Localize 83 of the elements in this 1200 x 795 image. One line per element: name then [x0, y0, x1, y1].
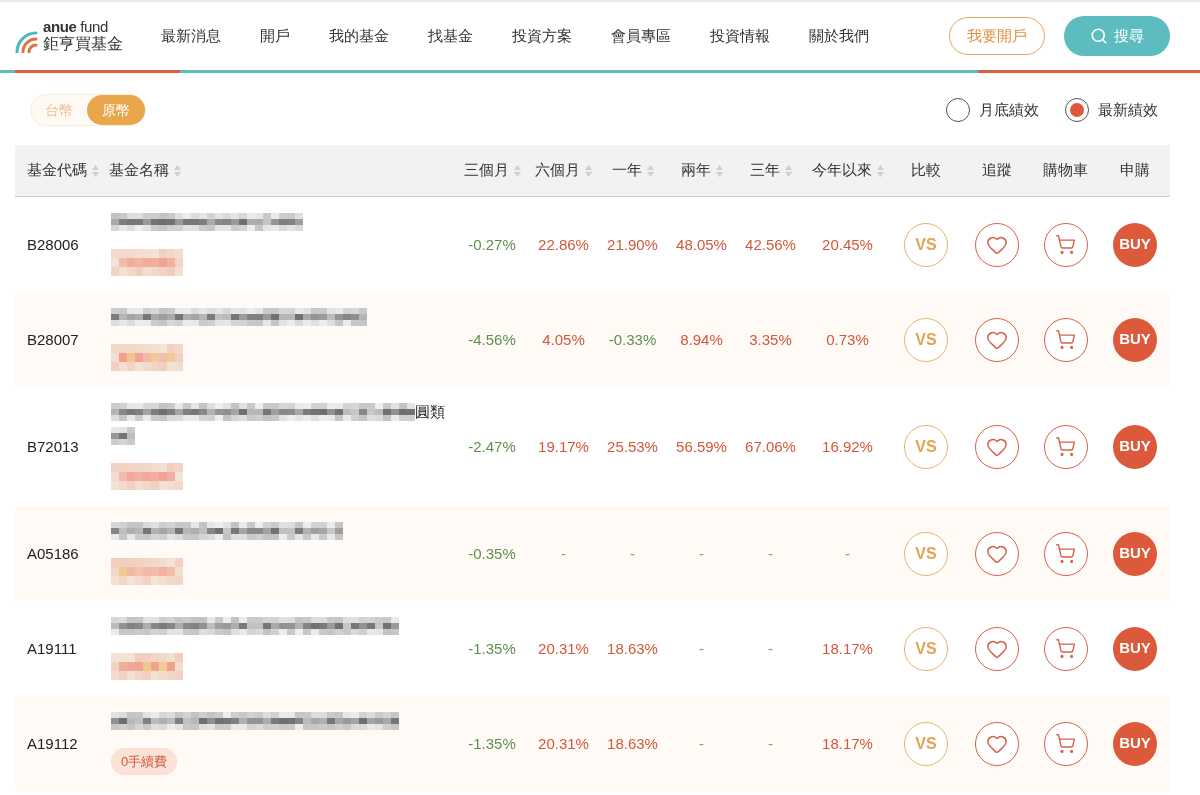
return-value: 0.73% — [826, 330, 869, 349]
return-value: -1.35% — [468, 734, 516, 753]
return-value: 20.45% — [822, 235, 873, 254]
buy-button[interactable]: BUY — [1113, 317, 1157, 362]
column-header[interactable]: 一年 — [611, 159, 654, 182]
fund-code: A05186 — [27, 544, 79, 563]
cart-icon — [1055, 733, 1076, 754]
radio-option[interactable]: 月底績效 — [946, 98, 1039, 122]
column-header[interactable]: 基金名稱 — [109, 159, 181, 182]
return-value: 56.59% — [676, 437, 727, 456]
fee-tag: 0手續費 — [111, 748, 178, 775]
return-value: 18.17% — [822, 734, 873, 753]
return-value: 18.63% — [607, 639, 658, 658]
return-value: 22.86% — [538, 235, 589, 254]
return-value: 20.31% — [538, 639, 589, 658]
fund-code: A19112 — [27, 734, 78, 753]
return-value: - — [845, 544, 850, 563]
fund-code: B72013 — [27, 437, 79, 456]
logo-name: 鉅亨買基金 — [43, 35, 123, 53]
return-value: 42.56% — [745, 235, 796, 254]
return-value: - — [561, 544, 566, 563]
return-value: - — [768, 544, 773, 563]
return-value: -2.47% — [468, 437, 516, 456]
buy-button[interactable]: BUY — [1113, 626, 1157, 671]
return-value: 18.63% — [607, 734, 658, 753]
nav-link[interactable]: 投資情報 — [710, 24, 770, 48]
return-value: - — [699, 734, 704, 753]
return-value: - — [699, 544, 704, 563]
return-value: -0.33% — [608, 330, 657, 349]
column-header: 比較 — [911, 160, 941, 181]
buy-button[interactable]: BUY — [1113, 424, 1157, 469]
cart-icon — [1055, 436, 1076, 457]
return-value: -0.35% — [468, 544, 516, 563]
column-header[interactable]: 三年 — [749, 159, 792, 182]
return-value: 3.35% — [749, 330, 792, 349]
fund-code: A19111 — [27, 639, 77, 658]
column-header[interactable]: 今年以來 — [811, 159, 884, 182]
return-value: 67.06% — [745, 437, 796, 456]
return-value: -1.35% — [468, 639, 516, 658]
cart-icon — [1055, 638, 1076, 659]
radio-option[interactable]: 最新績效 — [1065, 98, 1158, 122]
radio-button[interactable] — [1065, 98, 1089, 122]
column-header[interactable]: 三個月 — [463, 159, 521, 182]
logo-text: anue fund — [43, 19, 109, 35]
return-value: - — [768, 639, 773, 658]
return-value: 48.05% — [676, 235, 727, 254]
buy-button[interactable]: BUY — [1113, 531, 1157, 576]
nav-link[interactable]: 投資方案 — [512, 24, 572, 48]
return-value: - — [630, 544, 635, 563]
column-header[interactable]: 六個月 — [535, 159, 592, 182]
return-value: 18.17% — [822, 639, 873, 658]
buy-button[interactable]: BUY — [1113, 222, 1157, 267]
return-value: 4.05% — [542, 330, 585, 349]
nav-link[interactable]: 我的基金 — [329, 24, 389, 48]
return-value: 25.53% — [607, 437, 658, 456]
nav-link[interactable]: 關於我們 — [809, 24, 869, 48]
nav-link[interactable]: 找基金 — [428, 24, 473, 48]
nav-link[interactable]: 最新消息 — [161, 24, 221, 48]
search-icon — [1090, 27, 1108, 45]
cart-icon — [1055, 329, 1076, 350]
nav-link[interactable]: 開戶 — [260, 24, 290, 48]
return-value: 20.31% — [538, 734, 589, 753]
cart-icon — [1055, 234, 1076, 255]
fund-name-text: 圓類 — [415, 403, 445, 421]
return-value: -4.56% — [468, 330, 516, 349]
buy-button[interactable]: BUY — [1113, 721, 1157, 766]
fund-code: B28006 — [27, 235, 79, 254]
fund-code: B28007 — [27, 330, 79, 349]
return-value: 19.17% — [538, 437, 589, 456]
return-value: 21.90% — [607, 235, 658, 254]
column-header[interactable]: 基金代碼 — [27, 159, 99, 182]
return-value: - — [699, 639, 704, 658]
nav-link[interactable]: 會員專區 — [611, 24, 671, 48]
column-header: 申購 — [1120, 160, 1150, 181]
return-value: 16.92% — [822, 437, 873, 456]
return-value: -0.27% — [468, 235, 516, 254]
column-header: 追蹤 — [981, 160, 1012, 181]
column-header: 購物車 — [1043, 160, 1088, 181]
return-value: 8.94% — [680, 330, 723, 349]
column-header[interactable]: 兩年 — [680, 159, 723, 182]
return-value: - — [768, 734, 773, 753]
radio-button[interactable] — [946, 98, 970, 122]
cart-icon — [1055, 543, 1076, 564]
